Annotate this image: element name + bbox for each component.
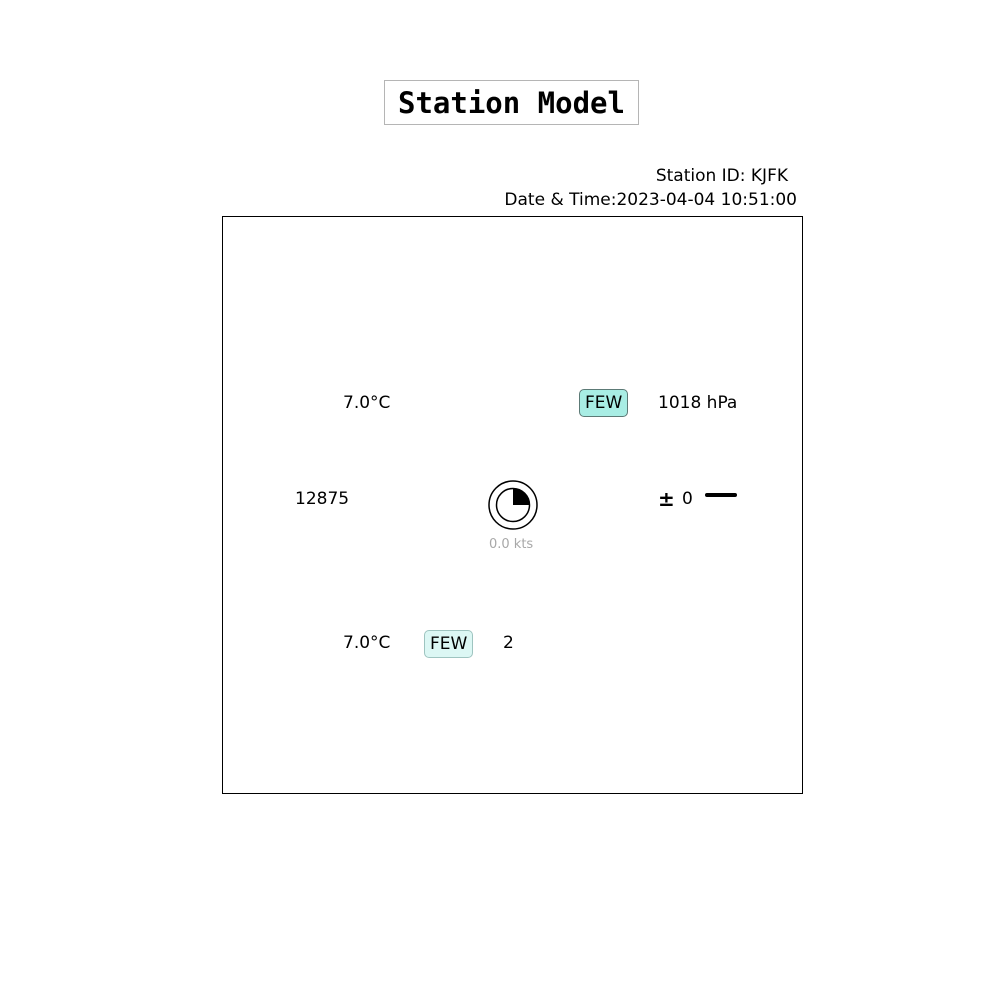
lower-cloud-value: 2 xyxy=(503,633,514,653)
sky-cover-icon xyxy=(488,480,538,530)
sky-cover-fill xyxy=(513,488,530,505)
visibility-value: 12875 xyxy=(295,489,350,509)
dewpoint-value: 7.0°C xyxy=(343,633,391,653)
pressure-tendency-steady-icon xyxy=(705,493,737,497)
pressure-tendency-symbol: ± xyxy=(658,487,675,511)
lower-cloud-type-badge: FEW xyxy=(424,630,474,658)
upper-cloud-type-badge: FEW xyxy=(579,389,629,417)
datetime-label: Date & Time:2023-04-04 10:51:00 xyxy=(504,190,797,210)
chart-title: Station Model xyxy=(384,80,639,125)
title-text: Station Model xyxy=(398,85,625,120)
temperature-value: 7.0°C xyxy=(343,393,391,413)
pressure-tendency-value: 0 xyxy=(682,489,693,509)
pressure-value: 1018 hPa xyxy=(658,393,738,413)
wind-speed-label: 0.0 kts xyxy=(489,537,534,552)
station-id-label: Station ID: KJFK xyxy=(655,166,788,186)
